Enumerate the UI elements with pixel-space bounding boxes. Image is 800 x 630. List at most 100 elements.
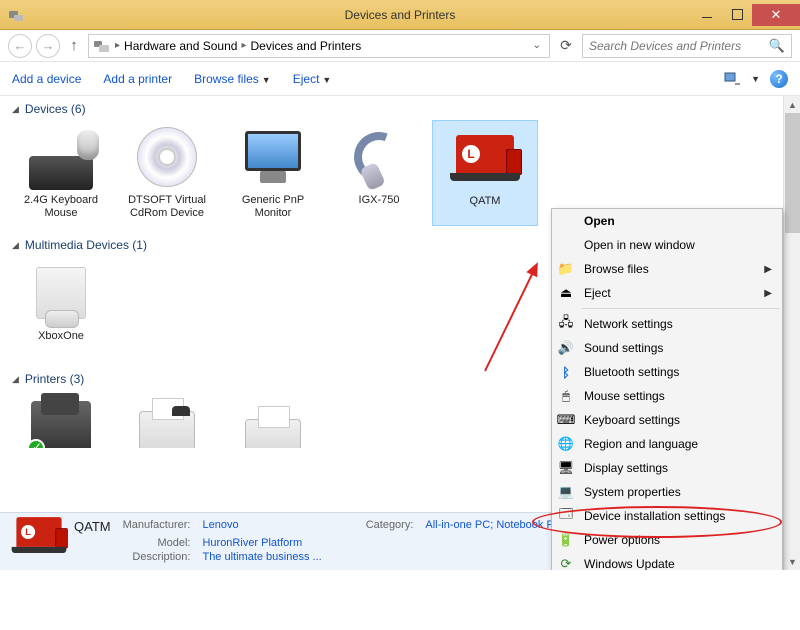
- details-description: The ultimate business ...: [202, 551, 331, 564]
- details-manufacturer-label: Manufacturer:: [123, 519, 201, 535]
- menu-browse-files[interactable]: 📁Browse files▶: [552, 257, 782, 281]
- window-title: Devices and Printers: [345, 8, 456, 22]
- menu-sound-settings[interactable]: 🔊Sound settings: [552, 336, 782, 360]
- xbox-icon: [26, 260, 96, 326]
- submenu-arrow-icon: ▶: [764, 288, 772, 299]
- section-devices-title: Devices (6): [25, 102, 86, 116]
- update-icon: ⟳: [556, 556, 576, 570]
- folder-icon: 📁: [556, 261, 576, 277]
- section-devices[interactable]: ◢ Devices (6): [0, 96, 800, 118]
- printer-item-xps[interactable]: Microsoft XPS: [220, 390, 326, 442]
- collapse-icon: ◢: [12, 104, 19, 115]
- refresh-button[interactable]: ⟳: [554, 37, 578, 54]
- menu-eject[interactable]: ⏏Eject▶: [552, 281, 782, 305]
- menu-network-settings[interactable]: 🖧Network settings: [552, 312, 782, 336]
- network-icon: 🖧: [556, 316, 576, 332]
- device-label: QATM: [437, 195, 533, 221]
- back-button[interactable]: ←: [8, 34, 32, 58]
- view-options-button[interactable]: [723, 70, 741, 88]
- menu-mouse-settings[interactable]: 🖱Mouse settings: [552, 384, 782, 408]
- menu-region-language[interactable]: 🌐Region and language: [552, 432, 782, 456]
- add-printer-button[interactable]: Add a printer: [103, 72, 172, 86]
- eject-icon: ⏏: [556, 285, 576, 301]
- details-model: HuronRiver Platform: [202, 537, 331, 550]
- breadcrumb-dropdown[interactable]: ⌄: [529, 40, 545, 51]
- menu-device-installation-settings[interactable]: 🗔Device installation settings: [552, 504, 782, 528]
- device-label: 2.4G Keyboard Mouse: [12, 194, 110, 220]
- vertical-scrollbar[interactable]: ▲ ▼: [783, 96, 800, 570]
- bluetooth-icon: ᛒ: [556, 364, 576, 380]
- device-item-headset[interactable]: IGX-750: [326, 120, 432, 226]
- context-menu: Open Open in new window 📁Browse files▶ ⏏…: [551, 208, 783, 570]
- search-input[interactable]: [589, 39, 769, 53]
- keyboard-icon: ⌨: [556, 412, 576, 428]
- printer-item-fax[interactable]: Fax: [114, 390, 220, 442]
- menu-system-properties[interactable]: 💻System properties: [552, 480, 782, 504]
- collapse-icon: ◢: [12, 240, 19, 251]
- section-printers-title: Printers (3): [25, 372, 84, 386]
- breadcrumb[interactable]: ▸ Hardware and Sound ▸ Devices and Print…: [88, 34, 550, 58]
- location-icon: [93, 38, 111, 54]
- details-model-label: Model:: [123, 537, 201, 550]
- device-label: Generic PnP Monitor: [224, 194, 322, 220]
- headset-icon: [344, 124, 414, 190]
- keyboard-mouse-icon: [26, 124, 96, 190]
- globe-icon: 🌐: [556, 436, 576, 452]
- menu-display-settings[interactable]: 🖥Display settings: [552, 456, 782, 480]
- titlebar: Devices and Printers ✕: [0, 0, 800, 30]
- add-device-button[interactable]: Add a device: [12, 72, 81, 86]
- monitor-icon: [238, 124, 308, 190]
- breadcrumb-separator: ▸: [241, 40, 246, 51]
- printer-item-canon[interactable]: Canon MF210: [8, 390, 114, 442]
- details-category-label: Category:: [366, 519, 424, 535]
- fax-icon: [132, 394, 202, 448]
- details-description-label: Description:: [123, 551, 201, 564]
- device-item-qatm[interactable]: QATM: [432, 120, 538, 226]
- scroll-thumb[interactable]: [785, 113, 800, 233]
- breadcrumb-seg-devices[interactable]: Devices and Printers: [250, 39, 361, 53]
- search-box[interactable]: 🔍: [582, 34, 792, 58]
- device-item-cdrom[interactable]: DTSOFT Virtual CdRom Device: [114, 120, 220, 226]
- menu-windows-update[interactable]: ⟳Windows Update: [552, 552, 782, 570]
- collapse-icon: ◢: [12, 374, 19, 385]
- scroll-up-button[interactable]: ▲: [784, 96, 800, 113]
- scroll-down-button[interactable]: ▼: [784, 553, 800, 570]
- multifunction-printer-icon: [26, 394, 96, 448]
- device-label: DTSOFT Virtual CdRom Device: [118, 194, 216, 220]
- maximize-button[interactable]: [722, 4, 752, 26]
- menu-separator: [582, 308, 780, 309]
- breadcrumb-separator: ▸: [115, 40, 120, 51]
- menu-keyboard-settings[interactable]: ⌨Keyboard settings: [552, 408, 782, 432]
- menu-open-new-window[interactable]: Open in new window: [552, 233, 782, 257]
- device-item-keyboard-mouse[interactable]: 2.4G Keyboard Mouse: [8, 120, 114, 226]
- view-options-caret[interactable]: ▼: [751, 74, 760, 84]
- device-item-monitor[interactable]: Generic PnP Monitor: [220, 120, 326, 226]
- menu-power-options[interactable]: 🔋Power options: [552, 528, 782, 552]
- navigation-bar: ← → ↑ ▸ Hardware and Sound ▸ Devices and…: [0, 30, 800, 62]
- mouse-icon: 🖱: [556, 388, 576, 404]
- menu-open[interactable]: Open: [552, 209, 782, 233]
- display-icon: 🖥: [556, 460, 576, 476]
- breadcrumb-seg-hardware[interactable]: Hardware and Sound: [124, 39, 237, 53]
- browse-files-button[interactable]: Browse files▼: [194, 72, 271, 86]
- forward-button[interactable]: →: [36, 34, 60, 58]
- sound-icon: 🔊: [556, 340, 576, 356]
- eject-button[interactable]: Eject▼: [293, 72, 332, 86]
- close-button[interactable]: ✕: [752, 4, 800, 26]
- device-item-xbox[interactable]: XboxOne: [8, 256, 114, 360]
- printer-icon: [238, 394, 308, 448]
- power-icon: 🔋: [556, 532, 576, 548]
- command-bar: Add a device Add a printer Browse files▼…: [0, 62, 800, 96]
- submenu-arrow-icon: ▶: [764, 264, 772, 275]
- device-install-icon: 🗔: [556, 508, 576, 524]
- help-button[interactable]: ?: [770, 70, 788, 88]
- menu-bluetooth-settings[interactable]: ᛒBluetooth settings: [552, 360, 782, 384]
- system-icon: 💻: [556, 484, 576, 500]
- minimize-button[interactable]: [692, 4, 722, 26]
- laptop-icon: [450, 125, 520, 191]
- up-button[interactable]: ↑: [64, 37, 84, 54]
- content-pane: ◢ Devices (6) 2.4G Keyboard Mouse DTSOFT…: [0, 96, 800, 570]
- window-icon: [8, 7, 24, 23]
- device-label: XboxOne: [12, 330, 110, 356]
- device-label: IGX-750: [330, 194, 428, 220]
